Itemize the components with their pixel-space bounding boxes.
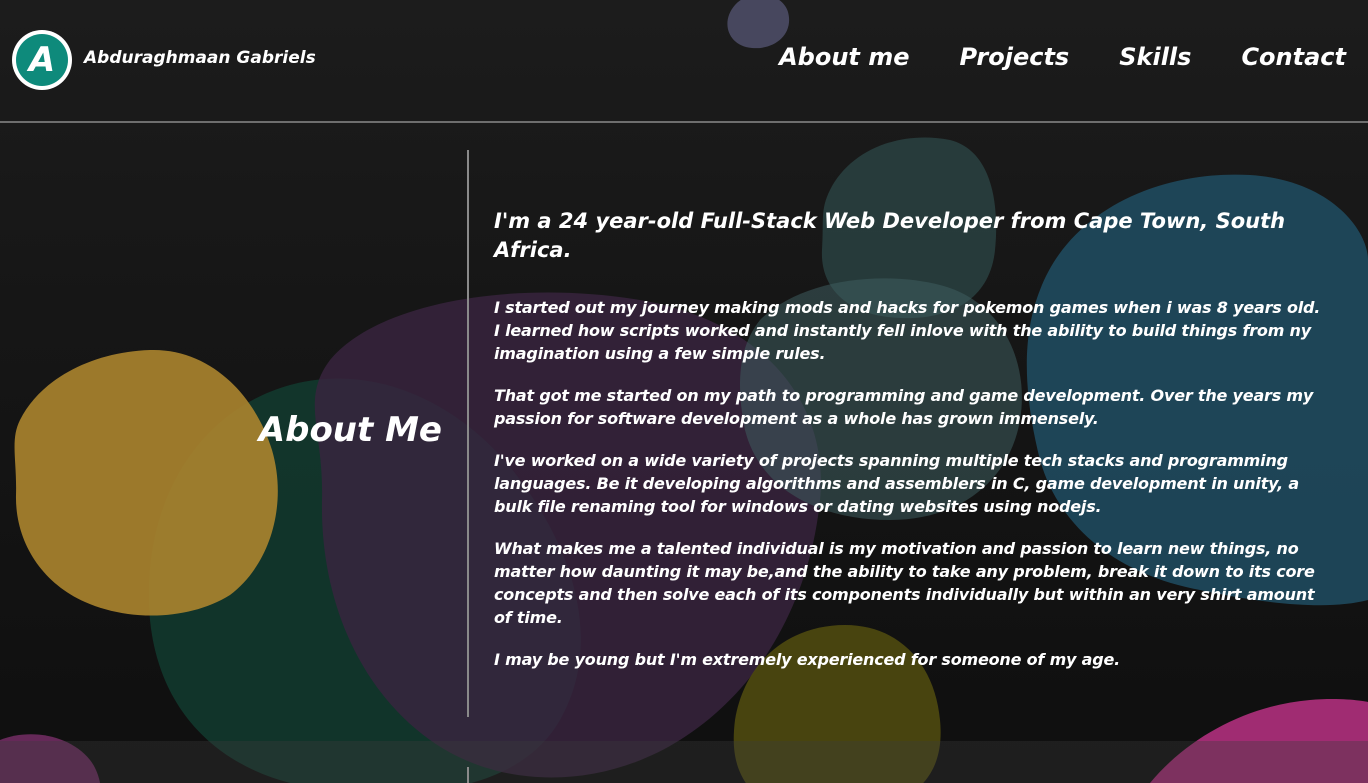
nav-skills[interactable]: Skills bbox=[1119, 43, 1191, 71]
section-title: About Me bbox=[258, 410, 442, 450]
gold-blob bbox=[14, 349, 278, 616]
logo-letter: A bbox=[16, 34, 68, 86]
nav-about-me[interactable]: About me bbox=[779, 43, 909, 71]
main-nav: About me Projects Skills Contact bbox=[779, 43, 1346, 71]
portfolio-page: A Abduraghmaan Gabriels About me Project… bbox=[0, 0, 1368, 783]
section-divider bbox=[467, 150, 469, 717]
about-paragraph: I started out my journey making mods and… bbox=[494, 298, 1321, 363]
footer-band bbox=[0, 741, 1368, 783]
about-paragraph: I've worked on a wide variety of project… bbox=[494, 451, 1300, 516]
site-header: A Abduraghmaan Gabriels About me Project… bbox=[0, 0, 1368, 123]
about-paragraph: What makes me a talented individual is m… bbox=[494, 539, 1315, 627]
about-paragraph: I may be young but I'm extremely experie… bbox=[494, 650, 1121, 669]
section-divider-lower bbox=[467, 767, 469, 783]
about-paragraph: That got me started on my path to progra… bbox=[494, 386, 1314, 428]
nav-contact[interactable]: Contact bbox=[1241, 43, 1346, 71]
nav-projects[interactable]: Projects bbox=[960, 43, 1070, 71]
about-headline: I'm a 24 year-old Full-Stack Web Develop… bbox=[494, 209, 1286, 262]
about-content: I'm a 24 year-old Full-Stack Web Develop… bbox=[494, 207, 1330, 690]
brand-name[interactable]: Abduraghmaan Gabriels bbox=[84, 48, 316, 68]
logo[interactable]: A bbox=[12, 30, 72, 90]
